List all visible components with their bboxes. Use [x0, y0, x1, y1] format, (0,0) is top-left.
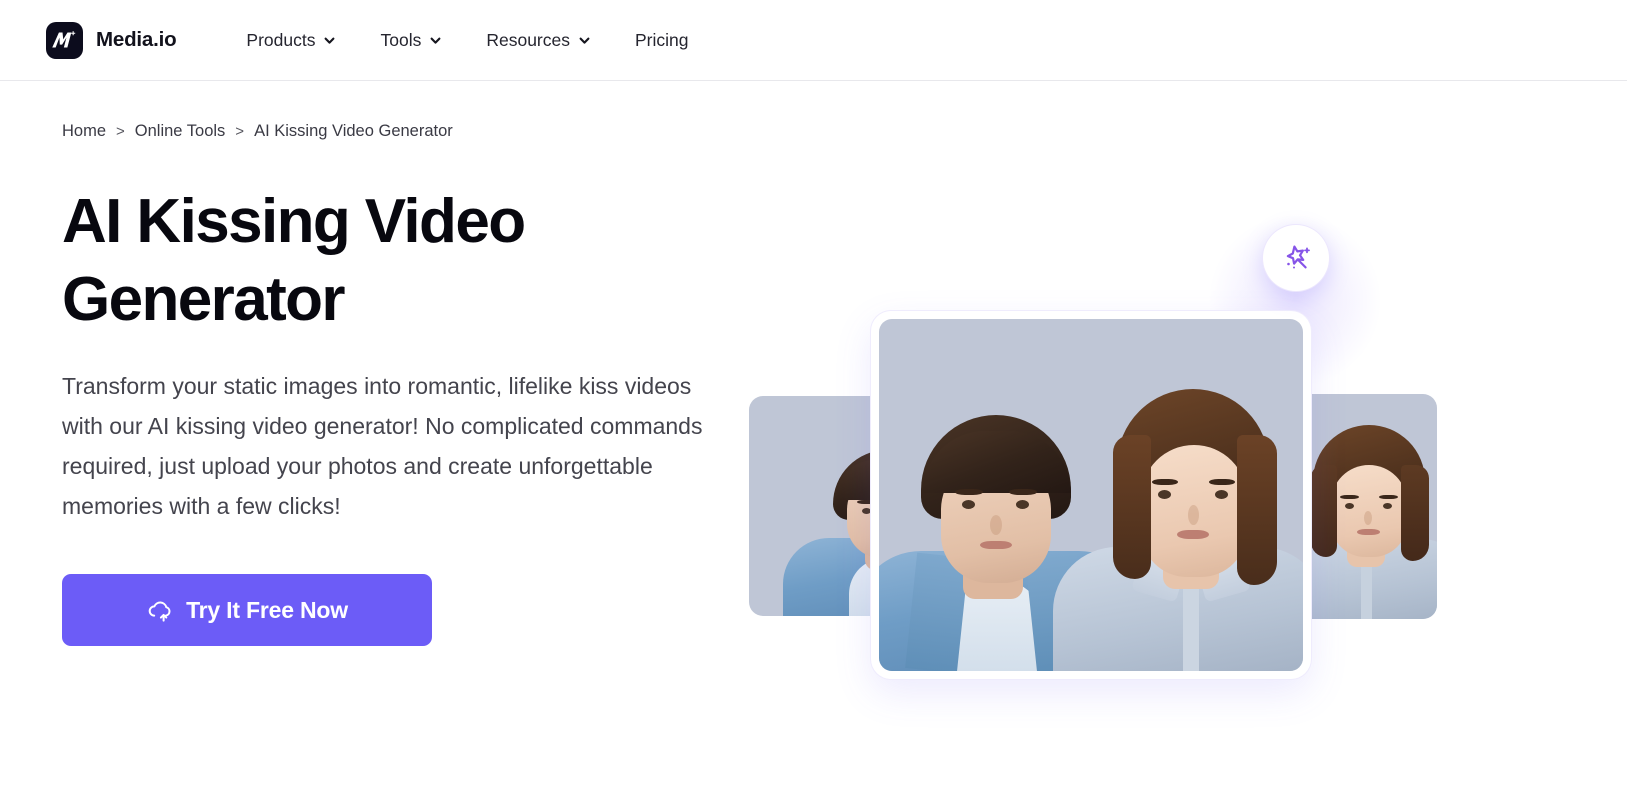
- center-card-photo: [879, 319, 1303, 671]
- center-card[interactable]: [871, 311, 1311, 679]
- nav-item-label: Products: [246, 29, 316, 50]
- nav-item-pricing[interactable]: Pricing: [613, 22, 711, 59]
- hero-visual: [735, 211, 1627, 771]
- magic-wand-sparkle-icon: [1279, 241, 1313, 275]
- nav-item-tools[interactable]: Tools: [358, 22, 464, 59]
- woman-portrait: [1305, 409, 1437, 619]
- magic-wand-badge[interactable]: [1263, 225, 1329, 291]
- chevron-down-icon: [323, 34, 336, 47]
- nav-item-label: Pricing: [635, 29, 689, 50]
- try-it-free-now-button[interactable]: Try It Free Now: [62, 574, 432, 646]
- brand-logo-link[interactable]: Media.io: [46, 21, 177, 59]
- breadcrumb-separator: >: [116, 123, 125, 140]
- hero-copy: AI Kissing Video Generator Transform you…: [0, 141, 735, 646]
- nav-item-label: Tools: [380, 29, 422, 50]
- breadcrumb-item-home[interactable]: Home: [62, 122, 106, 141]
- woman-portrait: [1053, 361, 1303, 671]
- brand-name: Media.io: [96, 28, 177, 51]
- hero-section: Home > Online Tools > AI Kissing Video G…: [0, 81, 1627, 785]
- cta-label: Try It Free Now: [186, 596, 348, 623]
- breadcrumb-separator: >: [235, 123, 245, 140]
- page-title: AI Kissing Video Generator: [62, 187, 526, 334]
- chevron-down-icon: [578, 34, 591, 47]
- chevron-down-icon: [429, 34, 442, 47]
- nav-item-resources[interactable]: Resources: [464, 22, 613, 59]
- side-card-right[interactable]: [1305, 394, 1437, 619]
- hero-description: Transform your static images into romant…: [62, 373, 703, 519]
- breadcrumb-item-online-tools[interactable]: Online Tools: [135, 122, 226, 141]
- breadcrumb-item-current: AI Kissing Video Generator: [254, 122, 453, 140]
- cloud-upload-icon: [146, 597, 173, 624]
- nav-item-products[interactable]: Products: [224, 22, 358, 59]
- media-io-logo-icon: [46, 21, 83, 59]
- nav-item-label: Resources: [486, 29, 570, 50]
- breadcrumb: Home > Online Tools > AI Kissing Video G…: [0, 81, 1627, 141]
- site-header: Media.io Products Tools Resources Pricin…: [0, 0, 1627, 81]
- main-navigation: Products Tools Resources Pricing: [224, 22, 710, 59]
